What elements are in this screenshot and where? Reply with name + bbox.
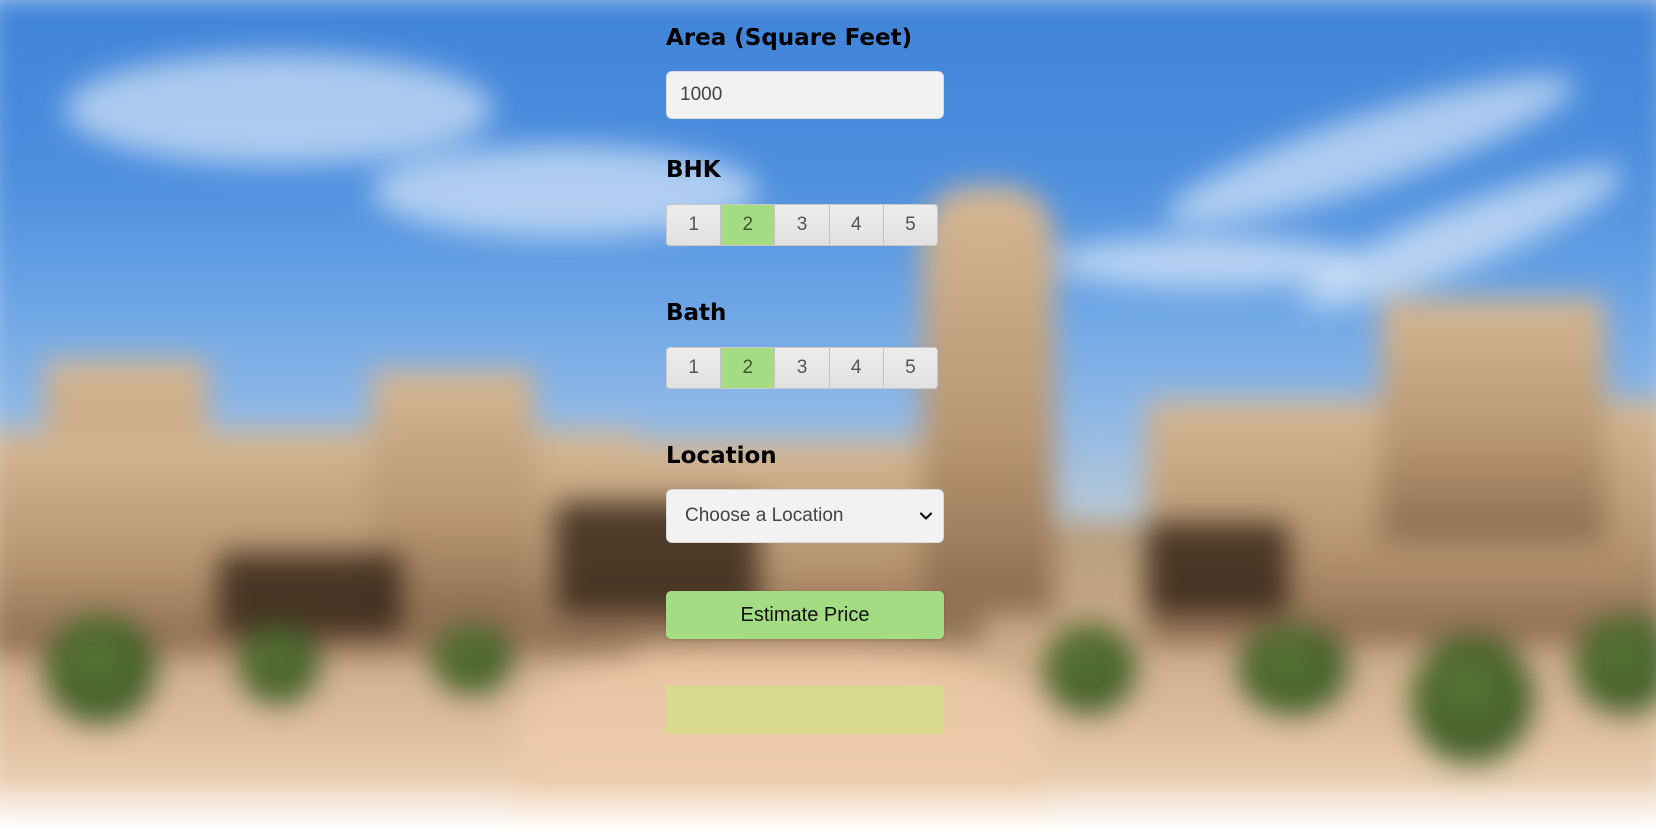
bath-option[interactable]: 1 xyxy=(667,348,722,388)
bhk-label: BHK xyxy=(666,157,721,183)
bath-label: Bath xyxy=(666,300,727,326)
bath-option[interactable]: 5 xyxy=(883,348,937,388)
bath-option[interactable]: 4 xyxy=(829,348,884,388)
bhk-option[interactable]: 2 xyxy=(721,205,776,245)
estimated-price-output xyxy=(666,686,944,734)
bhk-option[interactable]: 3 xyxy=(775,205,830,245)
estimate-price-button[interactable]: Estimate Price xyxy=(666,591,944,639)
bhk-option[interactable]: 1 xyxy=(667,205,722,245)
bath-option[interactable]: 3 xyxy=(775,348,830,388)
bath-option[interactable]: 2 xyxy=(721,348,776,388)
location-select-value: Choose a Location xyxy=(685,505,844,526)
area-label: Area (Square Feet) xyxy=(666,25,913,51)
bhk-option[interactable]: 5 xyxy=(883,205,937,245)
page: Area (Square Feet) BHK 1 2 3 4 5 Bath 1 … xyxy=(0,0,1656,833)
bhk-option[interactable]: 4 xyxy=(829,205,884,245)
bath-selector: 1 2 3 4 5 xyxy=(666,347,938,389)
area-input[interactable] xyxy=(666,71,944,119)
location-select[interactable]: Choose a Location xyxy=(666,489,944,543)
bhk-selector: 1 2 3 4 5 xyxy=(666,204,938,246)
chevron-down-icon xyxy=(919,509,933,523)
location-label: Location xyxy=(666,443,777,469)
